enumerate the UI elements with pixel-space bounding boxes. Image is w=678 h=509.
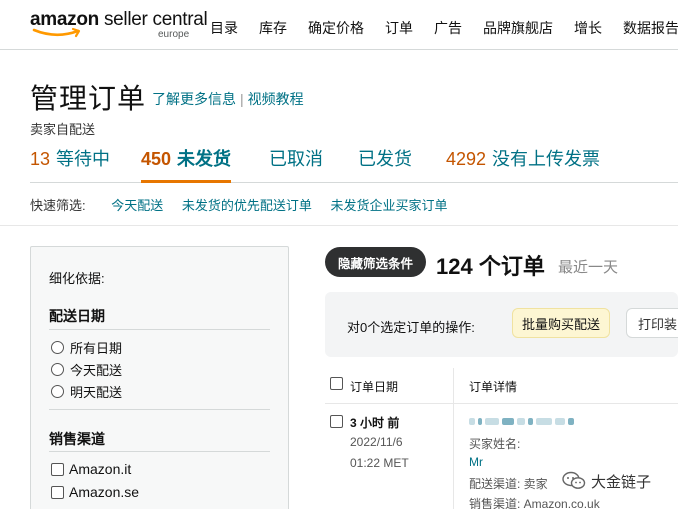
- learn-more-link[interactable]: 了解更多信息: [152, 91, 236, 107]
- quick-filter-today-delivery[interactable]: 今天配送: [111, 198, 163, 213]
- table-row: 3 小时 前 2022/11/6 01:22 MET 买家姓名: Mr 配送渠道…: [325, 404, 678, 509]
- filter-panel: 细化依据: 配送日期 所有日期 今天配送 明天配送 销售渠道 Amazon.it…: [30, 246, 289, 509]
- checkbox[interactable]: [51, 462, 64, 476]
- shipping-channel: 配送渠道: 卖家: [469, 477, 548, 491]
- radio-label: 所有日期: [70, 341, 123, 356]
- nav-stores[interactable]: 品牌旗舰店: [483, 18, 553, 38]
- unshipped-count: 450: [141, 149, 172, 169]
- no-invoice-count: 4292: [446, 149, 487, 169]
- refine-by-label: 细化依据:: [49, 271, 105, 286]
- nav-reports[interactable]: 数据报告: [623, 18, 678, 38]
- row-checkbox[interactable]: [330, 415, 343, 428]
- orders-table-header: 订单日期 订单详情: [325, 368, 678, 404]
- tab-pending[interactable]: 13 等待中: [30, 145, 110, 183]
- nav-advertising[interactable]: 广告: [434, 18, 462, 38]
- shipped-label: 已发货: [358, 149, 412, 169]
- sales-channel: 销售渠道: Amazon.co.uk: [469, 497, 600, 509]
- sales-channel-title: 销售渠道: [49, 431, 105, 447]
- radio-button[interactable]: [51, 341, 64, 354]
- video-tutorial-link[interactable]: 视频教程: [248, 91, 304, 107]
- sales-channel-divider: [49, 451, 270, 452]
- wechat-icon: [562, 471, 586, 489]
- amazon-seller-central-logo[interactable]: amazon seller central europe: [30, 9, 208, 43]
- checkbox-label: Amazon.it: [69, 461, 132, 477]
- order-date: 2022/11/6: [350, 435, 403, 449]
- nav-orders[interactable]: 订单: [385, 18, 413, 38]
- buyer-name-link[interactable]: Mr: [469, 455, 483, 469]
- checkbox-label: Amazon.se: [69, 484, 140, 500]
- delivery-date-today[interactable]: 今天配送: [51, 360, 122, 379]
- order-status-tabs: 13 等待中 450 未发货 已取消 已发货 4292 没有上传发票: [30, 145, 678, 183]
- quick-filter-priority-unshipped[interactable]: 未发货的优先配送订单: [182, 198, 312, 213]
- column-order-details: 订单详情: [469, 380, 518, 394]
- column-separator: [453, 368, 454, 404]
- logo-product: seller central: [103, 9, 208, 30]
- nav-pricing[interactable]: 确定价格: [308, 18, 364, 38]
- buyer-name-label: 买家姓名:: [469, 437, 521, 451]
- redacted-order-id[interactable]: [469, 416, 609, 426]
- hide-filters-button[interactable]: 隐藏筛选条件: [325, 247, 426, 277]
- radio-button[interactable]: [51, 363, 64, 376]
- tab-cancelled[interactable]: 已取消: [269, 145, 323, 183]
- unshipped-label: 未发货: [177, 149, 232, 169]
- column-separator: [453, 404, 454, 509]
- order-time: 01:22 MET: [350, 456, 409, 470]
- radio-label: 明天配送: [70, 385, 123, 400]
- order-age: 3 小时 前: [350, 416, 400, 430]
- select-all-checkbox[interactable]: [330, 377, 343, 390]
- pending-count: 13: [30, 149, 51, 169]
- tab-no-invoice[interactable]: 4292 没有上传发票: [446, 145, 600, 183]
- bulk-action-bar: 对0个选定订单的操作: 批量购买配送 打印装: [325, 292, 678, 357]
- watermark-text: 大金链子: [591, 473, 652, 491]
- pending-label: 等待中: [56, 149, 111, 169]
- page-title: 管理订单: [30, 83, 147, 114]
- sales-channel-amazon-se[interactable]: Amazon.se: [51, 484, 139, 500]
- section-divider: [0, 225, 678, 226]
- title-links: 了解更多信息 | 视频教程: [152, 89, 304, 109]
- amazon-smile-icon: [32, 27, 81, 38]
- nav-catalog[interactable]: 目录: [210, 18, 238, 38]
- delivery-date-title: 配送日期: [49, 308, 105, 324]
- quick-filters-label: 快速筛选:: [30, 198, 86, 213]
- wechat-watermark: 大金链子: [562, 470, 651, 492]
- delivery-date-tomorrow[interactable]: 明天配送: [51, 382, 122, 401]
- cancelled-label: 已取消: [269, 149, 323, 169]
- radio-label: 今天配送: [70, 363, 123, 378]
- logo-region: europe: [158, 29, 190, 40]
- print-packing-slip-button[interactable]: 打印装: [626, 308, 678, 338]
- link-separator: |: [240, 91, 244, 107]
- radio-button[interactable]: [51, 385, 64, 398]
- fulfillment-type-label: 卖家自配送: [30, 122, 96, 137]
- no-invoice-label: 没有上传发票: [492, 149, 601, 169]
- bulk-action-label: 对0个选定订单的操作:: [347, 320, 475, 335]
- order-count: 124 个订单: [436, 254, 545, 279]
- tab-shipped[interactable]: 已发货: [358, 145, 412, 183]
- bulk-buy-shipping-button[interactable]: 批量购买配送: [512, 308, 610, 338]
- nav-inventory[interactable]: 库存: [259, 18, 287, 38]
- nav-growth[interactable]: 增长: [574, 18, 602, 38]
- time-period-label: 最近一天: [558, 259, 619, 276]
- top-bar: amazon seller central europe 目录 库存 确定价格 …: [0, 0, 678, 50]
- checkbox[interactable]: [51, 485, 64, 499]
- section-divider: [49, 409, 270, 410]
- quick-filters: 快速筛选: 今天配送 未发货的优先配送订单 未发货企业买家订单: [30, 195, 463, 214]
- delivery-date-divider: [49, 329, 270, 330]
- tab-unshipped[interactable]: 450 未发货: [141, 145, 232, 183]
- main-nav: 目录 库存 确定价格 订单 广告 品牌旗舰店 增长 数据报告: [210, 18, 678, 38]
- sales-channel-amazon-it[interactable]: Amazon.it: [51, 461, 131, 477]
- column-order-date[interactable]: 订单日期: [350, 378, 398, 395]
- delivery-date-all[interactable]: 所有日期: [51, 338, 122, 357]
- quick-filter-business-unshipped[interactable]: 未发货企业买家订单: [331, 198, 448, 213]
